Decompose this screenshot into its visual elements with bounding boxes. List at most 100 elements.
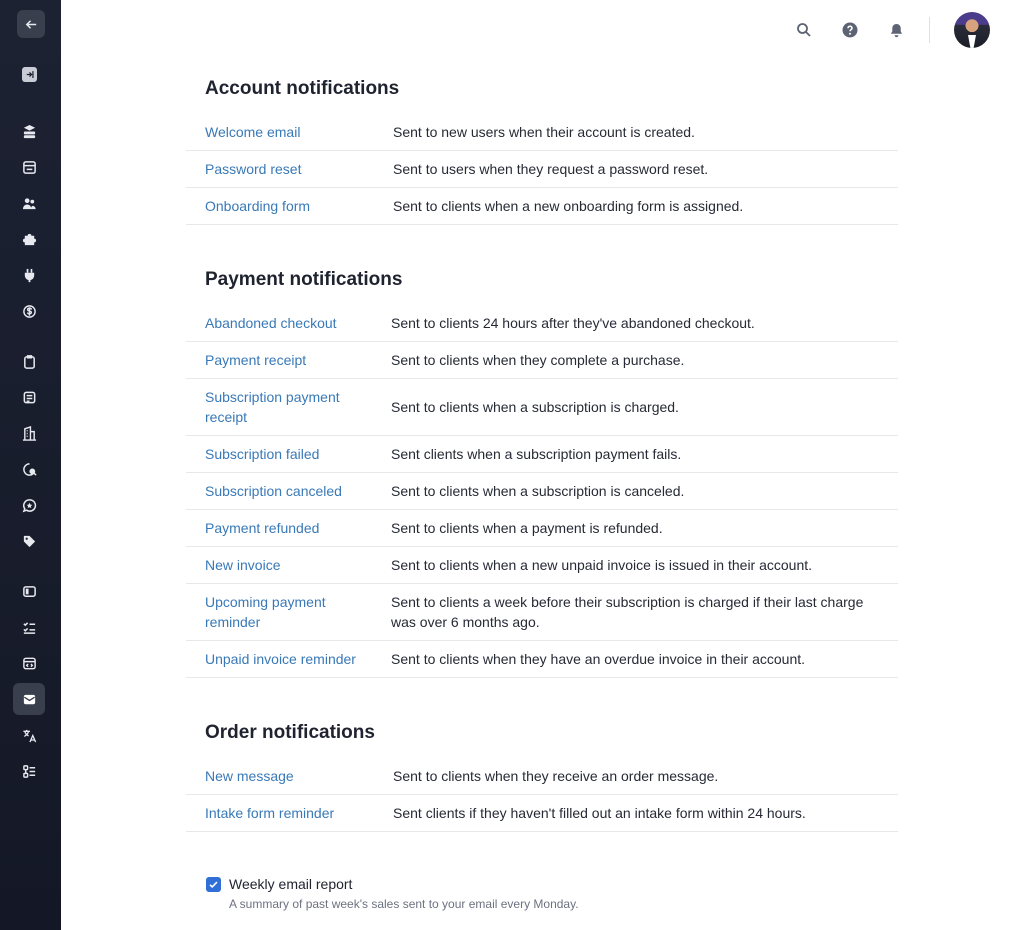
puzzle-icon (22, 233, 36, 245)
row-description: Sent to clients when a new onboarding fo… (393, 198, 744, 214)
avatar[interactable] (954, 12, 990, 48)
sidebar-item-apps[interactable] (13, 223, 45, 255)
subscription-canceled-link[interactable]: Subscription canceled (205, 481, 391, 501)
bell-icon (890, 23, 902, 37)
list-item: Onboarding form Sent to clients when a n… (186, 188, 898, 225)
help-button[interactable] (840, 20, 860, 40)
list-settings-icon (22, 764, 35, 778)
list-item: Payment receipt Sent to clients when the… (186, 342, 898, 379)
list-item: New invoice Sent to clients when a new u… (186, 547, 898, 584)
list-item: Subscription canceled Sent to clients wh… (186, 473, 898, 510)
sidebar-item-inbox[interactable] (13, 151, 45, 183)
sidebar-item-tasks[interactable] (13, 611, 45, 643)
panel-icon (22, 585, 36, 597)
section-title-payment: Payment notifications (205, 269, 403, 290)
sidebar-item-settings[interactable] (13, 755, 45, 787)
row-description: Sent to clients when a new unpaid invoic… (391, 557, 813, 573)
chat-search-icon (22, 462, 37, 476)
row-description: Sent clients if they haven't filled out … (393, 805, 806, 821)
row-description: Sent to clients a week before their subs… (391, 594, 864, 630)
tag-icon (23, 535, 35, 547)
row-description: Sent to clients when a payment is refund… (391, 520, 663, 536)
star-chat-icon (22, 498, 36, 512)
notifications-button[interactable] (886, 20, 906, 40)
checklist-icon (22, 621, 35, 634)
welcome-email-link[interactable]: Welcome email (205, 122, 393, 142)
sidebar-item-stack[interactable] (13, 115, 45, 147)
payment-notifications-list: Abandoned checkout Sent to clients 24 ho… (186, 305, 898, 678)
order-notifications-list: New message Sent to clients when they re… (186, 758, 898, 832)
list-item: Payment refunded Sent to clients when a … (186, 510, 898, 547)
new-message-link[interactable]: New message (205, 766, 393, 786)
sidebar-item-companies[interactable] (13, 417, 45, 449)
sidebar-item-reviews[interactable] (13, 489, 45, 521)
building-icon (22, 425, 36, 441)
row-description: Sent to clients when they receive an ord… (393, 768, 719, 784)
unpaid-invoice-reminder-link[interactable]: Unpaid invoice reminder (205, 649, 391, 669)
list-item: Subscription failed Sent clients when a … (186, 436, 898, 473)
help-icon (842, 22, 858, 38)
onboarding-form-link[interactable]: Onboarding form (205, 196, 393, 216)
sidebar-item-coupons[interactable] (13, 525, 45, 557)
sidebar-item-orders[interactable] (13, 345, 45, 377)
row-description: Sent to clients when they have an overdu… (391, 651, 806, 667)
row-description: Sent to clients 24 hours after they've a… (391, 315, 755, 331)
collapse-sidebar-icon (21, 66, 37, 82)
search-button[interactable] (794, 20, 814, 40)
topbar-divider (929, 17, 930, 43)
arrow-left-icon (25, 19, 36, 29)
abandoned-checkout-link[interactable]: Abandoned checkout (205, 313, 391, 333)
weekly-report-checkbox[interactable] (206, 877, 221, 892)
translate-icon (22, 729, 36, 742)
list-item: Password reset Sent to users when they r… (186, 151, 898, 188)
payment-receipt-link[interactable]: Payment receipt (205, 350, 391, 370)
intake-form-reminder-link[interactable]: Intake form reminder (205, 803, 393, 823)
row-description: Sent clients when a subscription payment… (391, 446, 682, 462)
document-icon (23, 391, 35, 403)
sidebar-item-email[interactable] (13, 683, 45, 715)
coin-icon (22, 304, 36, 318)
list-item: Unpaid invoice reminder Sent to clients … (186, 641, 898, 678)
row-description: Sent to clients when a subscription is c… (391, 399, 679, 415)
inbox-icon (22, 160, 36, 174)
account-notifications-list: Welcome email Sent to new users when the… (186, 114, 898, 225)
users-icon (22, 197, 36, 209)
code-window-icon (22, 657, 36, 669)
sidebar-item-messages[interactable] (13, 453, 45, 485)
sidebar-item-billing[interactable] (13, 295, 45, 327)
sidebar-item-integrations[interactable] (13, 259, 45, 291)
list-item: Upcoming payment reminder Sent to client… (186, 584, 898, 641)
upcoming-payment-reminder-link[interactable]: Upcoming payment reminder (205, 592, 391, 632)
password-reset-link[interactable]: Password reset (205, 159, 393, 179)
back-button[interactable] (17, 10, 45, 38)
sidebar-item-embeds[interactable] (13, 647, 45, 679)
sidebar-item-documents[interactable] (13, 381, 45, 413)
row-description: Sent to clients when they complete a pur… (391, 352, 685, 368)
search-icon (797, 23, 811, 37)
sidebar-item-layout[interactable] (13, 575, 45, 607)
collapse-sidebar-button[interactable] (13, 58, 45, 90)
section-title-account: Account notifications (205, 78, 400, 99)
row-description: Sent to new users when their account is … (393, 124, 695, 140)
subscription-payment-receipt-link[interactable]: Subscription payment receipt (205, 387, 391, 427)
payment-refunded-link[interactable]: Payment refunded (205, 518, 391, 538)
weekly-report-option: Weekly email report A summary of past we… (206, 876, 579, 911)
sidebar-item-translations[interactable] (13, 719, 45, 751)
section-title-order: Order notifications (205, 722, 375, 743)
sidebar-item-users[interactable] (13, 187, 45, 219)
list-item: Subscription payment receipt Sent to cli… (186, 379, 898, 436)
subscription-failed-link[interactable]: Subscription failed (205, 444, 391, 464)
clipboard-icon (23, 354, 35, 369)
stack-icon (23, 124, 35, 138)
plug-icon (24, 268, 34, 282)
checkmark-icon (209, 881, 218, 889)
list-item: New message Sent to clients when they re… (186, 758, 898, 795)
envelope-icon (23, 694, 35, 704)
list-item: Abandoned checkout Sent to clients 24 ho… (186, 305, 898, 342)
row-description: Sent to users when they request a passwo… (393, 161, 709, 177)
new-invoice-link[interactable]: New invoice (205, 555, 391, 575)
row-description: Sent to clients when a subscription is c… (391, 483, 685, 499)
sidebar (0, 0, 61, 930)
weekly-report-label[interactable]: Weekly email report (229, 876, 579, 893)
weekly-report-help: A summary of past week's sales sent to y… (229, 897, 579, 911)
